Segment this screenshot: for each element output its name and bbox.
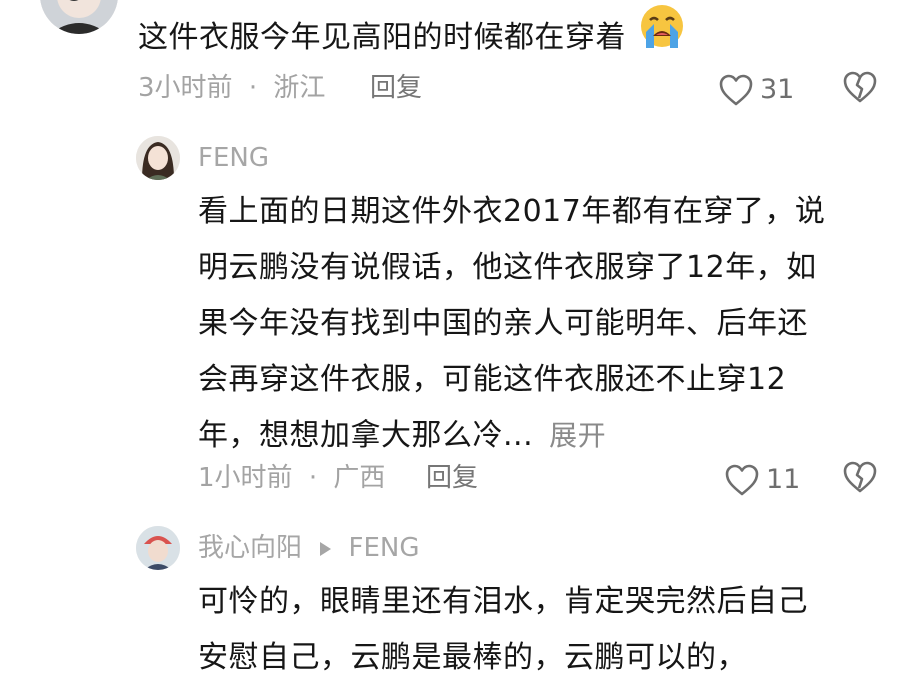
avatar[interactable]	[136, 526, 180, 570]
reply-text: 可怜的，眼睛里还有泪水，肯定哭完然后自己 安慰自己，云鹏是最棒的，云鹏可以的，	[198, 574, 808, 686]
triangle-right-icon	[318, 529, 332, 569]
heart-icon	[724, 463, 760, 497]
reply-text-line: 果今年没有找到中国的亲人可能明年、后年还	[198, 306, 808, 341]
like-count: 31	[760, 74, 795, 105]
reply-button[interactable]: 回复	[370, 68, 422, 108]
broken-heart-icon	[842, 71, 878, 108]
like-button[interactable]: 31	[718, 70, 794, 110]
reply-text: 看上面的日期这件外衣2017年都有在穿了，说 明云鹏没有说假话，他这件衣服穿了1…	[198, 184, 825, 464]
reply-text-line: 安慰自己，云鹏是最棒的，云鹏可以的，	[198, 640, 747, 675]
like-button[interactable]: 11	[724, 460, 800, 500]
reply-text-line: 可怜的，眼睛里还有泪水，肯定哭完然后自己	[198, 584, 808, 619]
reply-meta: 1小时前 · 广西	[198, 458, 385, 498]
avatar[interactable]	[136, 136, 180, 180]
dislike-button[interactable]	[842, 70, 878, 108]
loudly-crying-face-icon	[638, 2, 686, 67]
reply-username[interactable]: FENG	[198, 138, 269, 178]
expand-link[interactable]: 展开	[549, 419, 606, 452]
broken-heart-icon	[842, 461, 878, 498]
reply-text-line: 明云鹏没有说假话，他这件衣服穿了12年，如	[198, 250, 817, 285]
heart-icon	[718, 73, 754, 107]
meta-separator: ·	[248, 73, 258, 103]
meta-separator: ·	[308, 463, 318, 493]
reply-text-line: 会再穿这件衣服，可能这件衣服还不止穿12	[198, 362, 787, 397]
reply-to-username[interactable]: FENG	[349, 533, 420, 563]
comment-time: 3小时前	[138, 73, 233, 103]
comment-meta: 3小时前 · 浙江	[138, 68, 325, 108]
reply-text-line-content: 年，想想加拿大那么冷...	[198, 418, 534, 453]
reply-button[interactable]: 回复	[426, 458, 478, 498]
comment-text: 这件衣服今年见高阳的时候都在穿着	[138, 5, 686, 71]
reply-username[interactable]: 我心向阳	[198, 533, 302, 563]
reply-text-line: 看上面的日期这件外衣2017年都有在穿了，说	[198, 194, 826, 229]
comment-location: 浙江	[273, 73, 326, 103]
reply-location: 广西	[333, 463, 386, 493]
avatar[interactable]	[40, 0, 118, 34]
reply-time: 1小时前	[198, 463, 293, 493]
like-count: 11	[766, 464, 801, 495]
dislike-button[interactable]	[842, 460, 878, 498]
reply-username-row: 我心向阳 FENG	[198, 528, 420, 569]
reply-text-line: 年，想想加拿大那么冷... 展开	[198, 408, 825, 464]
